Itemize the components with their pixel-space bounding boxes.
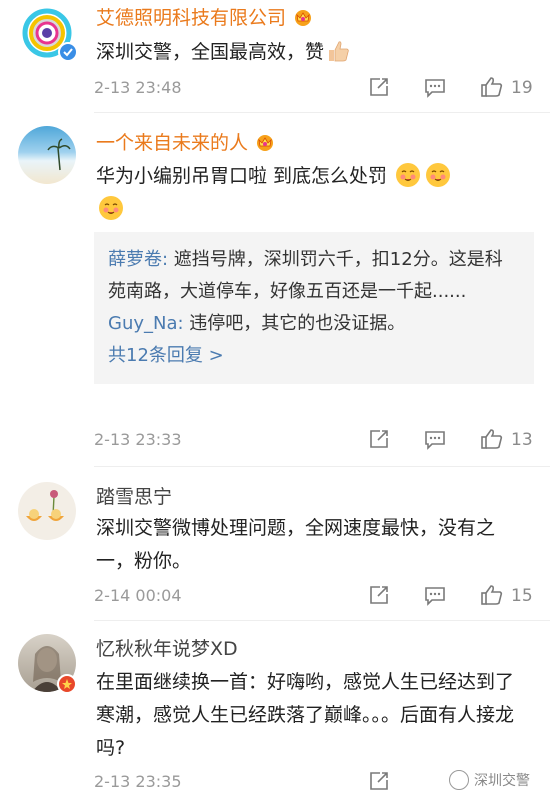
flower-avatar-icon bbox=[26, 490, 64, 521]
like-count: 13 bbox=[511, 430, 533, 450]
watermark: 深圳交警 bbox=[449, 770, 530, 790]
more-replies-link[interactable]: 共12条回复 > bbox=[108, 340, 520, 372]
reply-text: 违停吧，其它的也没证据。 bbox=[183, 313, 406, 334]
like-icon[interactable] bbox=[480, 76, 504, 100]
timestamp: 2-14 00:04 bbox=[94, 586, 182, 605]
share-icon[interactable] bbox=[368, 76, 390, 100]
comment-meta: 2-13 23:33 13 bbox=[0, 428, 550, 452]
comment-icon[interactable] bbox=[424, 584, 446, 608]
username[interactable]: 艾德照明科技有限公司 bbox=[96, 6, 314, 30]
reply-box[interactable]: 薛萝卷: 遮挡号牌，深圳罚六千，扣12分。这是科苑南路，大道停车，好像五百还是一… bbox=[94, 232, 534, 384]
comment-meta: 2-14 00:04 15 bbox=[0, 584, 550, 608]
thumbs-up-emoji-icon bbox=[329, 41, 349, 62]
wechat-logo-icon bbox=[449, 770, 469, 790]
comment-text: 在里面继续换一首：好嗨哟，感觉人生已经达到了寒潮，感觉人生已经跌落了巅峰。。。后… bbox=[96, 671, 515, 759]
username-text[interactable]: 一个来自未来的人 bbox=[96, 132, 248, 154]
divider bbox=[94, 466, 550, 467]
reply-item[interactable]: Guy_Na: 违停吧，其它的也没证据。 bbox=[108, 308, 520, 340]
comment-meta: 2-13 23:48 19 bbox=[0, 76, 550, 100]
reply-item[interactable]: 薛萝卷: 遮挡号牌，深圳罚六千，扣12分。这是科苑南路，大道停车，好像五百还是一… bbox=[108, 244, 520, 308]
comment-icon[interactable] bbox=[424, 76, 446, 100]
comment-icon[interactable] bbox=[424, 428, 446, 452]
like-count: 15 bbox=[511, 586, 533, 606]
beach-avatar-icon bbox=[47, 138, 71, 171]
share-icon[interactable] bbox=[368, 428, 390, 452]
comment-text: 华为小编别吊胃口啦 到底怎么处罚 bbox=[96, 160, 536, 226]
comment-text: 深圳交警微博处理问题，全网速度最快，没有之一，粉你。 bbox=[96, 517, 496, 572]
like-icon[interactable] bbox=[480, 428, 504, 452]
avatar[interactable] bbox=[18, 482, 76, 540]
divider bbox=[94, 112, 550, 113]
timestamp: 2-13 23:48 bbox=[94, 78, 182, 97]
username[interactable]: 忆秋秋年说梦XD bbox=[96, 637, 238, 661]
badge-icon bbox=[57, 674, 77, 694]
timestamp: 2-13 23:33 bbox=[94, 430, 182, 449]
share-icon[interactable] bbox=[368, 584, 390, 608]
comment-text: 深圳交警，全国最高效，赞 bbox=[96, 36, 526, 69]
yummy-face-emoji-icon bbox=[396, 163, 421, 187]
reply-text: 遮挡号牌，深圳罚六千，扣12分。这是科苑南路，大道停车，好像五百还是一千起...… bbox=[108, 249, 503, 302]
comment-text-content: 深圳交警，全国最高效，赞 bbox=[96, 41, 325, 63]
yummy-face-emoji-icon bbox=[426, 163, 451, 187]
like-count: 19 bbox=[511, 78, 533, 98]
username[interactable]: 一个来自未来的人 bbox=[96, 131, 276, 155]
reply-author[interactable]: 薛萝卷: bbox=[108, 249, 168, 270]
comment-text-content: 华为小编别吊胃口啦 到底怎么处罚 bbox=[96, 165, 388, 187]
like-icon[interactable] bbox=[480, 584, 504, 608]
yummy-face-emoji-icon bbox=[99, 196, 123, 220]
divider bbox=[94, 620, 550, 621]
watermark-text: 深圳交警 bbox=[474, 773, 530, 789]
reply-author[interactable]: Guy_Na: bbox=[108, 313, 184, 334]
username-text[interactable]: 艾德照明科技有限公司 bbox=[96, 7, 286, 29]
verified-badge-icon bbox=[58, 42, 78, 62]
username[interactable]: 踏雪思宁 bbox=[96, 485, 172, 509]
vip-crown-icon bbox=[257, 135, 274, 151]
timestamp: 2-13 23:35 bbox=[94, 772, 182, 791]
vip-crown-icon bbox=[295, 10, 312, 26]
share-icon[interactable] bbox=[368, 770, 390, 794]
avatar[interactable] bbox=[18, 126, 76, 184]
